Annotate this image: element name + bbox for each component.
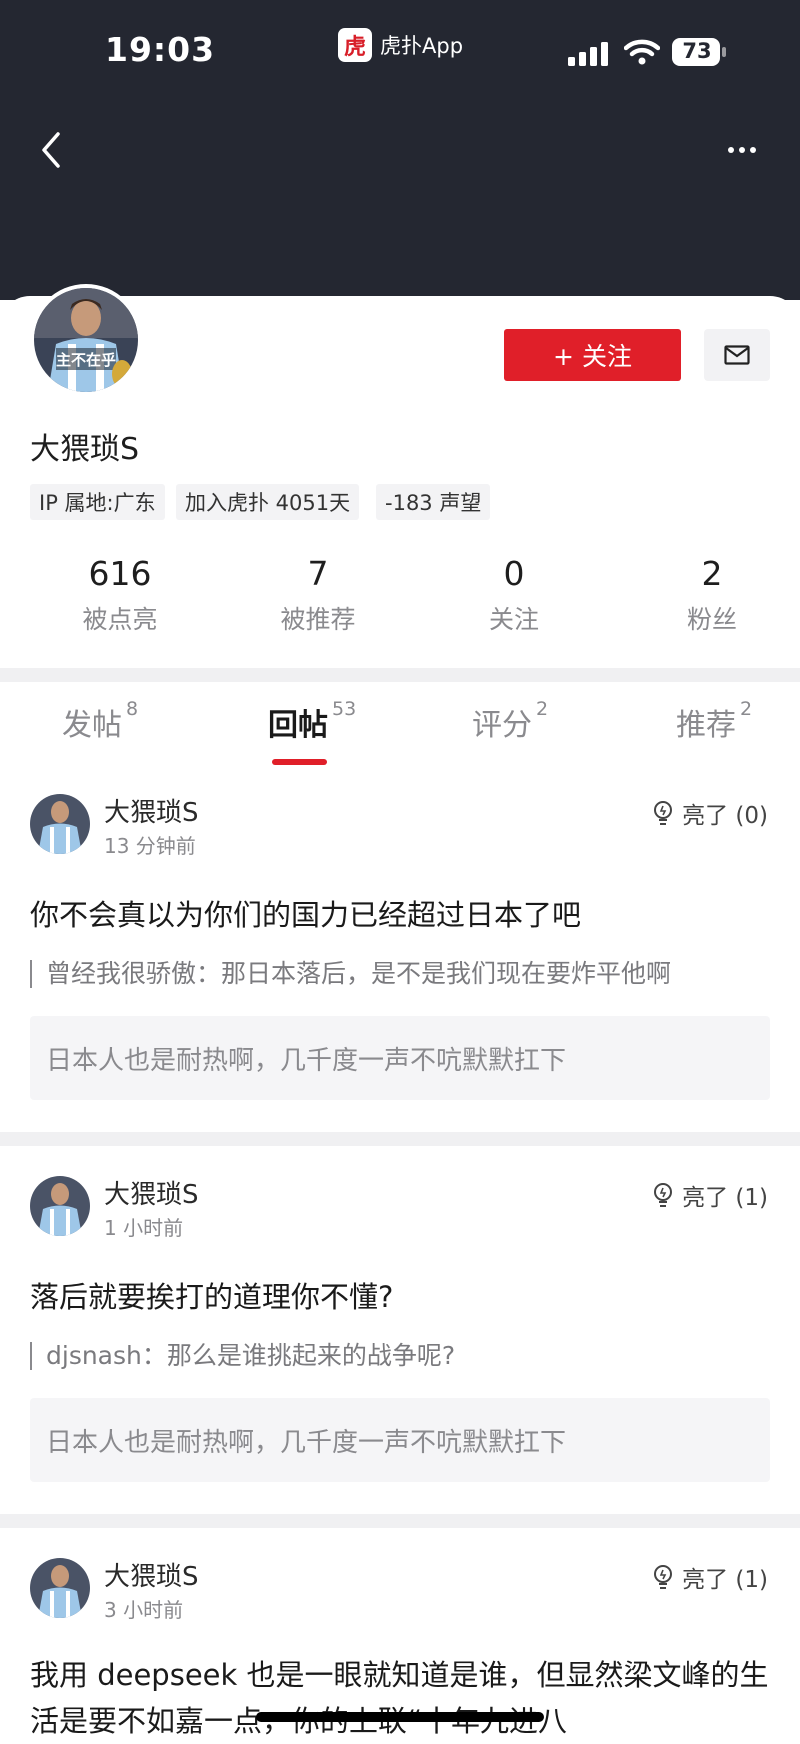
app-badge: 虎 虎扑App [338,28,463,62]
tab-label: 发帖 [62,708,122,743]
stat-label: 粉丝 [686,605,737,634]
quoted-reply[interactable]: djsnash：那么是谁挑起来的战争呢? [30,1342,455,1370]
light-button[interactable]: 亮了 (1) [652,1560,768,1594]
tab-label: 推荐 [676,708,736,743]
cellular-signal-icon [568,42,608,66]
stat-label: 被推荐 [280,605,356,634]
stat-label: 关注 [488,605,539,634]
post-author[interactable]: 大猥琐S [104,792,199,829]
battery-level: 73 [682,39,712,63]
active-tab-indicator [272,759,327,765]
post-time: 1 小时前 [104,1216,184,1240]
follow-button[interactable]: + 关注 [504,329,681,381]
back-arrow-icon[interactable] [36,126,70,174]
mail-icon [724,345,750,365]
lightbulb-icon [654,1565,673,1589]
tab-label: 评分 [472,708,532,743]
tab-posts[interactable]: 发帖 8 [62,697,139,750]
light-button[interactable]: 亮了 (1) [652,1178,768,1212]
stat-lights[interactable]: 616 被点亮 [20,552,220,636]
light-count: 亮了 (0) [682,803,768,829]
avatar-image: 主不在乎 [34,288,138,392]
battery-icon: 73 [672,38,726,66]
post-body[interactable]: 我用 deepseek 也是一眼就知道是谁，但显然梁文峰的生活是要不如嘉一点，你… [30,1652,770,1744]
message-button[interactable] [704,329,770,381]
post-title[interactable]: 你不会真以为你们的国力已经超过日本了吧 [30,892,581,934]
avatar[interactable] [30,794,90,854]
light-count: 亮了 (1) [682,1567,768,1593]
lightbulb-icon [654,1183,673,1207]
stat-recommended[interactable]: 7 被推荐 [218,552,418,636]
tab-recommend[interactable]: 推荐 2 [676,697,753,750]
post-author[interactable]: 大猥琐S [104,1556,199,1593]
avatar[interactable] [30,1558,90,1618]
section-divider [0,1514,800,1528]
avatar[interactable]: 主不在乎 [30,284,142,396]
stat-value: 616 [88,554,152,593]
tab-count: 2 [536,697,549,720]
tab-count: 8 [126,697,139,720]
stat-value: 7 [307,554,329,593]
tab-count: 53 [332,697,357,720]
light-button[interactable]: 亮了 (0) [652,796,768,830]
avatar-image [30,1176,90,1236]
thread-title-box[interactable]: 日本人也是耐热啊，几千度一声不吭默默扛下 [30,1016,770,1100]
stat-value: 0 [503,554,525,593]
section-divider [0,668,800,682]
tab-replies[interactable]: 回帖 53 [268,697,357,750]
post-time: 3 小时前 [104,1598,184,1622]
wifi-icon [624,39,660,65]
stat-followers[interactable]: 2 粉丝 [612,552,800,636]
quoted-reply[interactable]: 曾经我很骄傲：那日本落后，是不是我们现在要炸平他啊 [30,960,671,988]
home-indicator[interactable] [256,1712,544,1722]
tab-count: 2 [740,697,753,720]
more-options-icon[interactable] [728,132,768,168]
thread-title-box[interactable]: 日本人也是耐热啊，几千度一声不吭默默扛下 [30,1398,770,1482]
stat-following[interactable]: 0 关注 [414,552,614,636]
ip-location-tag: IP 属地:广东 [30,484,165,520]
avatar-image [30,794,90,854]
username: 大猥琐S [30,432,140,467]
avatar[interactable] [30,1176,90,1236]
app-logo-icon: 虎 [338,28,372,62]
lightbulb-icon [654,801,673,825]
section-divider [0,1132,800,1146]
reputation-tag: -183 声望 [376,484,491,520]
app-name: 虎扑App [380,34,464,58]
light-count: 亮了 (1) [682,1185,768,1211]
stat-label: 被点亮 [82,605,158,634]
status-time: 19:03 [105,30,216,69]
tab-ratings[interactable]: 评分 2 [472,697,549,750]
post-time: 13 分钟前 [104,834,196,858]
join-days-tag: 加入虎扑 4051天 [176,484,360,520]
stat-value: 2 [701,554,723,593]
post-author[interactable]: 大猥琐S [104,1174,199,1211]
avatar-caption: 主不在乎 [56,351,116,369]
tab-label: 回帖 [268,708,328,743]
avatar-image [30,1558,90,1618]
post-title[interactable]: 落后就要挨打的道理你不懂? [30,1274,393,1316]
